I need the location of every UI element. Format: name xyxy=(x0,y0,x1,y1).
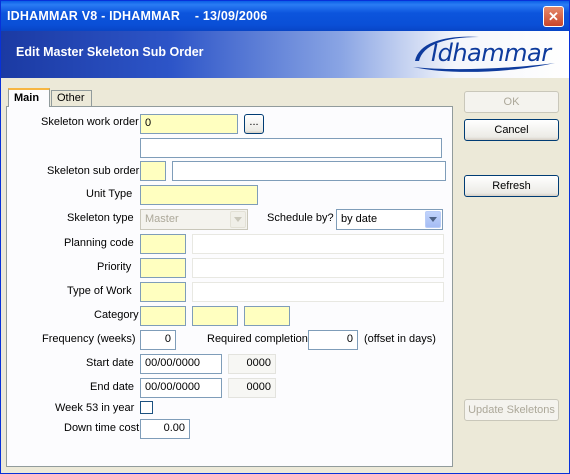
unit-type-label: Unit Type xyxy=(86,188,133,200)
start-date-label: Start date xyxy=(86,357,134,369)
skeleton-type-label: Skeleton type xyxy=(67,212,134,224)
required-completion-label: Required completion xyxy=(207,333,308,345)
priority-label: Priority xyxy=(97,261,132,273)
browse-work-order-button[interactable]: ... xyxy=(244,114,264,134)
dialog-header: Edit Master Skeleton Sub Order Idhammar xyxy=(1,31,569,78)
offset-in-days-label: (offset in days) xyxy=(364,333,436,345)
skeleton-work-order-label: Skeleton work order xyxy=(41,116,139,128)
priority-description xyxy=(192,258,444,278)
frequency-input[interactable]: 0 xyxy=(140,330,176,350)
category-label: Category xyxy=(94,309,139,321)
required-completion-input[interactable]: 0 xyxy=(308,330,358,350)
priority-input[interactable] xyxy=(140,258,186,278)
schedule-by-value: by date xyxy=(341,213,378,225)
tab-main-label: Main xyxy=(14,92,40,104)
planning-code-description xyxy=(192,234,444,254)
chevron-down-icon xyxy=(230,211,246,228)
tab-other[interactable]: Other xyxy=(51,90,92,106)
type-of-work-description xyxy=(192,282,444,302)
ok-button[interactable]: OK xyxy=(464,91,559,113)
dialog-window: IDHAMMAR V8 - IDHAMMAR - 13/09/2006 ✕ Ed… xyxy=(0,0,570,474)
end-time-input[interactable]: 0000 xyxy=(228,378,276,398)
chevron-down-icon[interactable] xyxy=(425,211,441,228)
unit-type-input[interactable] xyxy=(140,185,258,205)
schedule-by-select[interactable]: by date xyxy=(336,209,443,230)
logo-text: Idhammar xyxy=(431,39,551,67)
category-input-2[interactable] xyxy=(192,306,238,326)
category-input-3[interactable] xyxy=(244,306,290,326)
skeleton-type-select: Master xyxy=(140,209,248,230)
start-date-input[interactable]: 00/00/0000 xyxy=(140,354,222,374)
end-date-input[interactable]: 00/00/0000 xyxy=(140,378,222,398)
page-title: Edit Master Skeleton Sub Order xyxy=(16,45,204,59)
tab-main[interactable]: Main xyxy=(8,88,50,107)
category-input-1[interactable] xyxy=(140,306,186,326)
close-icon[interactable]: ✕ xyxy=(543,6,564,27)
tab-other-label: Other xyxy=(57,92,85,104)
start-time-input[interactable]: 0000 xyxy=(228,354,276,374)
skeleton-work-order-input[interactable]: 0 xyxy=(140,114,238,134)
window-title: IDHAMMAR V8 - IDHAMMAR - 13/09/2006 xyxy=(7,9,268,23)
skeleton-sub-order-input[interactable] xyxy=(140,161,166,181)
down-time-cost-input[interactable]: 0.00 xyxy=(140,419,190,439)
cancel-button[interactable]: Cancel xyxy=(464,119,559,141)
week-53-checkbox[interactable] xyxy=(140,401,153,414)
skeleton-sub-order-label: Skeleton sub order xyxy=(47,165,140,177)
schedule-by-label: Schedule by? xyxy=(267,212,334,224)
type-of-work-input[interactable] xyxy=(140,282,186,302)
frequency-label: Frequency (weeks) xyxy=(42,333,136,345)
planning-code-label: Planning code xyxy=(64,237,134,249)
work-order-description xyxy=(140,138,442,158)
skeleton-type-value: Master xyxy=(145,213,179,225)
week-53-label: Week 53 in year xyxy=(55,402,135,414)
planning-code-input[interactable] xyxy=(140,234,186,254)
refresh-button[interactable]: Refresh xyxy=(464,175,559,197)
sub-order-description[interactable] xyxy=(172,161,446,181)
title-bar[interactable]: IDHAMMAR V8 - IDHAMMAR - 13/09/2006 ✕ xyxy=(1,1,569,31)
type-of-work-label: Type of Work xyxy=(67,285,132,297)
end-date-label: End date xyxy=(90,381,135,393)
update-skeletons-button[interactable]: Update Skeletons xyxy=(464,399,559,421)
down-time-cost-label: Down time cost xyxy=(64,422,140,434)
